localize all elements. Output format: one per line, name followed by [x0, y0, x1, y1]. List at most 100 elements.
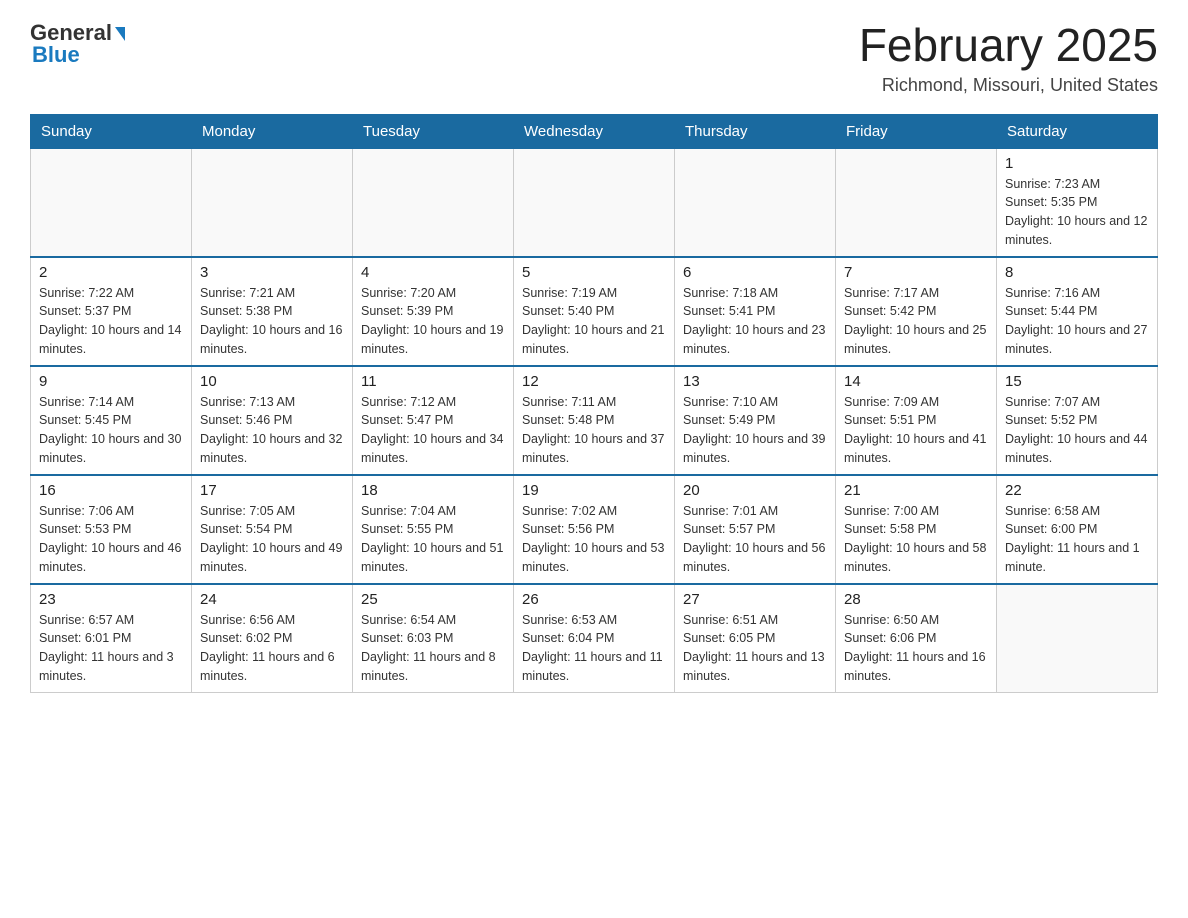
calendar-day-cell: 17 Sunrise: 7:05 AMSunset: 5:54 PMDayligh…	[192, 475, 353, 584]
page-header: General Blue February 2025 Richmond, Mis…	[30, 20, 1158, 96]
calendar-day-cell: 6Sunrise: 7:18 AMSunset: 5:41 PMDaylight…	[675, 257, 836, 366]
calendar-week-row: 1 Sunrise: 7:23 AMSunset: 5:35 PMDaylight…	[31, 148, 1158, 257]
day-number: 1	[1005, 155, 1149, 172]
calendar-day-cell: 10 Sunrise: 7:13 AMSunset: 5:46 PMDayligh…	[192, 366, 353, 475]
day-number: 28	[844, 591, 988, 608]
day-info: Sunrise: 6:57 AMSunset: 6:01 PMDaylight:…	[39, 611, 183, 686]
day-info: Sunrise: 7:12 AMSunset: 5:47 PMDaylight:…	[361, 393, 505, 468]
calendar-day-cell	[514, 148, 675, 257]
calendar-day-cell: 19 Sunrise: 7:02 AMSunset: 5:56 PMDayligh…	[514, 475, 675, 584]
calendar-day-cell: 23 Sunrise: 6:57 AMSunset: 6:01 PMDayligh…	[31, 584, 192, 693]
logo-blue-label: Blue	[32, 42, 80, 68]
calendar-day-cell	[31, 148, 192, 257]
day-number: 26	[522, 591, 666, 608]
day-number: 21	[844, 482, 988, 499]
calendar-day-cell: 9 Sunrise: 7:14 AMSunset: 5:45 PMDaylight…	[31, 366, 192, 475]
calendar-day-cell: 7 Sunrise: 7:17 AMSunset: 5:42 PMDaylight…	[836, 257, 997, 366]
calendar-day-cell: 28 Sunrise: 6:50 AMSunset: 6:06 PMDayligh…	[836, 584, 997, 693]
day-info: Sunrise: 7:07 AMSunset: 5:52 PMDaylight:…	[1005, 393, 1149, 468]
calendar-day-cell: 14Sunrise: 7:09 AMSunset: 5:51 PMDayligh…	[836, 366, 997, 475]
day-number: 7	[844, 264, 988, 281]
day-info: Sunrise: 7:02 AMSunset: 5:56 PMDaylight:…	[522, 502, 666, 577]
calendar-day-cell: 21 Sunrise: 7:00 AMSunset: 5:58 PMDayligh…	[836, 475, 997, 584]
day-number: 5	[522, 264, 666, 281]
day-number: 18	[361, 482, 505, 499]
calendar-day-cell: 27Sunrise: 6:51 AMSunset: 6:05 PMDayligh…	[675, 584, 836, 693]
day-number: 22	[1005, 482, 1149, 499]
day-info: Sunrise: 7:20 AMSunset: 5:39 PMDaylight:…	[361, 284, 505, 359]
calendar-day-header: Saturday	[997, 114, 1158, 148]
month-title: February 2025	[859, 20, 1158, 71]
calendar-week-row: 2Sunrise: 7:22 AMSunset: 5:37 PMDaylight…	[31, 257, 1158, 366]
day-number: 23	[39, 591, 183, 608]
day-info: Sunrise: 7:21 AMSunset: 5:38 PMDaylight:…	[200, 284, 344, 359]
calendar-day-cell	[353, 148, 514, 257]
day-info: Sunrise: 7:04 AMSunset: 5:55 PMDaylight:…	[361, 502, 505, 577]
day-info: Sunrise: 7:17 AMSunset: 5:42 PMDaylight:…	[844, 284, 988, 359]
day-number: 15	[1005, 373, 1149, 390]
day-info: Sunrise: 6:53 AMSunset: 6:04 PMDaylight:…	[522, 611, 666, 686]
day-info: Sunrise: 7:00 AMSunset: 5:58 PMDaylight:…	[844, 502, 988, 577]
calendar-week-row: 16 Sunrise: 7:06 AMSunset: 5:53 PMDayligh…	[31, 475, 1158, 584]
calendar-day-cell: 4 Sunrise: 7:20 AMSunset: 5:39 PMDaylight…	[353, 257, 514, 366]
day-info: Sunrise: 7:16 AMSunset: 5:44 PMDaylight:…	[1005, 284, 1149, 359]
day-info: Sunrise: 7:05 AMSunset: 5:54 PMDaylight:…	[200, 502, 344, 577]
day-info: Sunrise: 7:01 AMSunset: 5:57 PMDaylight:…	[683, 502, 827, 577]
calendar-header-row: SundayMondayTuesdayWednesdayThursdayFrid…	[31, 114, 1158, 148]
day-info: Sunrise: 6:51 AMSunset: 6:05 PMDaylight:…	[683, 611, 827, 686]
calendar-day-cell	[675, 148, 836, 257]
day-info: Sunrise: 7:22 AMSunset: 5:37 PMDaylight:…	[39, 284, 183, 359]
calendar-day-cell: 22 Sunrise: 6:58 AMSunset: 6:00 PMDayligh…	[997, 475, 1158, 584]
day-info: Sunrise: 7:19 AMSunset: 5:40 PMDaylight:…	[522, 284, 666, 359]
day-info: Sunrise: 6:54 AMSunset: 6:03 PMDaylight:…	[361, 611, 505, 686]
day-number: 6	[683, 264, 827, 281]
calendar-day-cell: 2Sunrise: 7:22 AMSunset: 5:37 PMDaylight…	[31, 257, 192, 366]
day-number: 13	[683, 373, 827, 390]
day-number: 8	[1005, 264, 1149, 281]
day-number: 4	[361, 264, 505, 281]
calendar-week-row: 23 Sunrise: 6:57 AMSunset: 6:01 PMDayligh…	[31, 584, 1158, 693]
day-info: Sunrise: 7:23 AMSunset: 5:35 PMDaylight:…	[1005, 175, 1149, 250]
day-number: 17	[200, 482, 344, 499]
day-number: 16	[39, 482, 183, 499]
day-number: 24	[200, 591, 344, 608]
calendar-day-cell: 1 Sunrise: 7:23 AMSunset: 5:35 PMDaylight…	[997, 148, 1158, 257]
day-info: Sunrise: 7:13 AMSunset: 5:46 PMDaylight:…	[200, 393, 344, 468]
day-info: Sunrise: 7:14 AMSunset: 5:45 PMDaylight:…	[39, 393, 183, 468]
calendar-day-cell: 8 Sunrise: 7:16 AMSunset: 5:44 PMDaylight…	[997, 257, 1158, 366]
calendar-day-cell: 13 Sunrise: 7:10 AMSunset: 5:49 PMDayligh…	[675, 366, 836, 475]
day-number: 20	[683, 482, 827, 499]
logo: General Blue	[30, 20, 125, 68]
logo-arrow-icon	[115, 27, 125, 41]
day-number: 19	[522, 482, 666, 499]
calendar-day-header: Wednesday	[514, 114, 675, 148]
calendar-day-cell: 24 Sunrise: 6:56 AMSunset: 6:02 PMDayligh…	[192, 584, 353, 693]
calendar-day-cell: 5 Sunrise: 7:19 AMSunset: 5:40 PMDaylight…	[514, 257, 675, 366]
calendar-day-cell	[836, 148, 997, 257]
day-info: Sunrise: 6:50 AMSunset: 6:06 PMDaylight:…	[844, 611, 988, 686]
calendar-day-cell: 11 Sunrise: 7:12 AMSunset: 5:47 PMDayligh…	[353, 366, 514, 475]
day-info: Sunrise: 6:56 AMSunset: 6:02 PMDaylight:…	[200, 611, 344, 686]
calendar-week-row: 9 Sunrise: 7:14 AMSunset: 5:45 PMDaylight…	[31, 366, 1158, 475]
calendar-day-cell: 15 Sunrise: 7:07 AMSunset: 5:52 PMDayligh…	[997, 366, 1158, 475]
day-number: 3	[200, 264, 344, 281]
day-info: Sunrise: 6:58 AMSunset: 6:00 PMDaylight:…	[1005, 502, 1149, 577]
day-number: 10	[200, 373, 344, 390]
location-label: Richmond, Missouri, United States	[859, 75, 1158, 96]
calendar-day-header: Thursday	[675, 114, 836, 148]
calendar-table: SundayMondayTuesdayWednesdayThursdayFrid…	[30, 114, 1158, 693]
calendar-day-cell: 26 Sunrise: 6:53 AMSunset: 6:04 PMDayligh…	[514, 584, 675, 693]
day-info: Sunrise: 7:11 AMSunset: 5:48 PMDaylight:…	[522, 393, 666, 468]
calendar-day-cell: 12Sunrise: 7:11 AMSunset: 5:48 PMDayligh…	[514, 366, 675, 475]
calendar-day-cell	[997, 584, 1158, 693]
day-info: Sunrise: 7:06 AMSunset: 5:53 PMDaylight:…	[39, 502, 183, 577]
calendar-day-header: Monday	[192, 114, 353, 148]
calendar-day-cell: 25Sunrise: 6:54 AMSunset: 6:03 PMDayligh…	[353, 584, 514, 693]
day-number: 11	[361, 373, 505, 390]
day-number: 9	[39, 373, 183, 390]
day-info: Sunrise: 7:09 AMSunset: 5:51 PMDaylight:…	[844, 393, 988, 468]
calendar-day-cell: 18 Sunrise: 7:04 AMSunset: 5:55 PMDayligh…	[353, 475, 514, 584]
calendar-day-cell: 16 Sunrise: 7:06 AMSunset: 5:53 PMDayligh…	[31, 475, 192, 584]
calendar-day-cell	[192, 148, 353, 257]
day-info: Sunrise: 7:10 AMSunset: 5:49 PMDaylight:…	[683, 393, 827, 468]
